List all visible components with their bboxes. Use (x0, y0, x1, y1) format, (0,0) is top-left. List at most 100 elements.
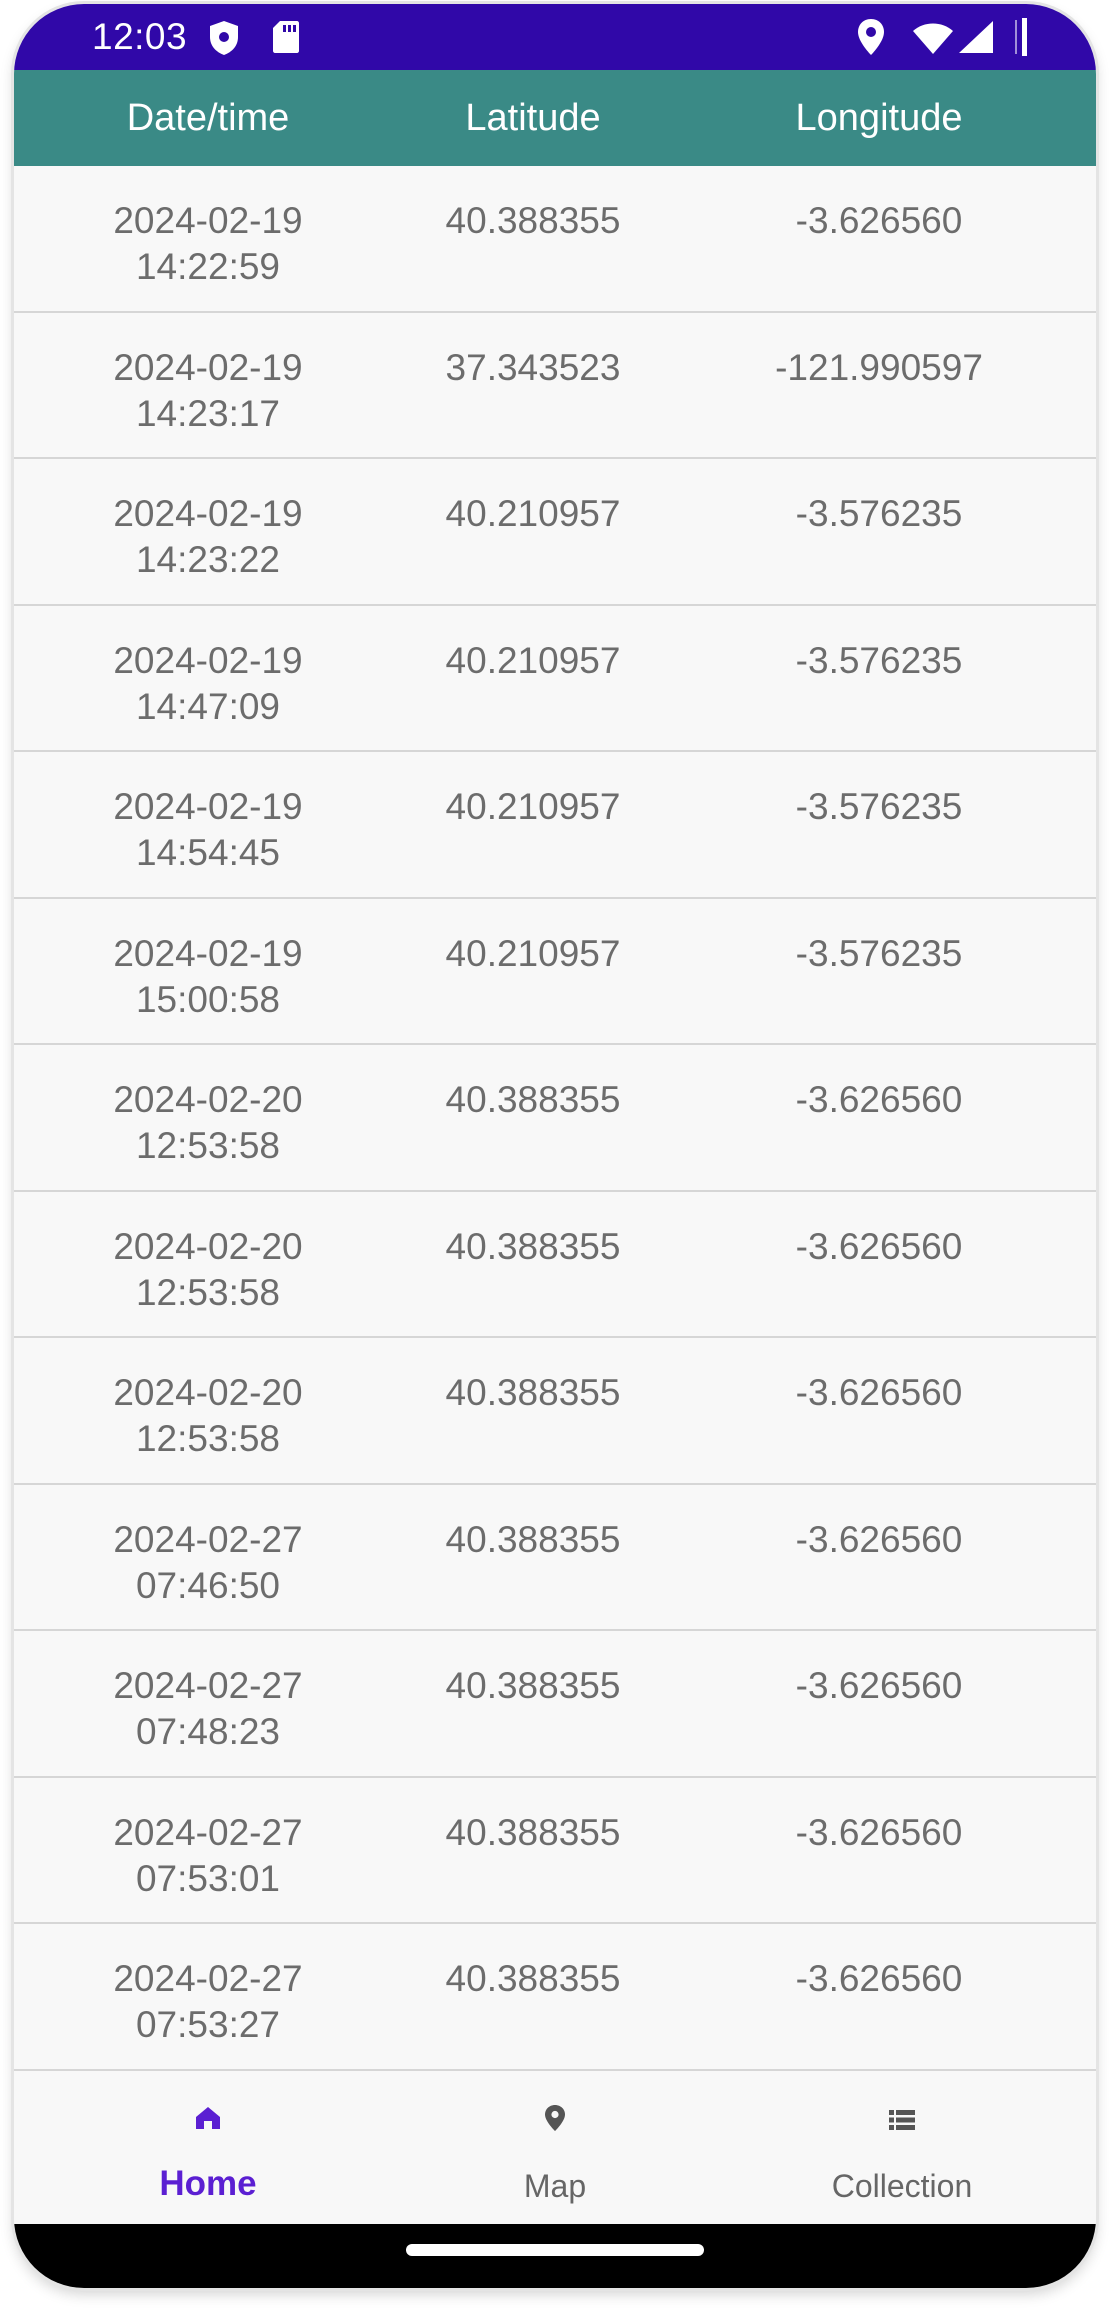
signal-icon (958, 20, 994, 59)
latitude-cell: 40.388355 (445, 1079, 621, 1120)
time-text: 14:47:09 (135, 685, 281, 727)
time-text: 12:53:58 (135, 1418, 281, 1459)
latitude-cell: 37.343523 (445, 346, 621, 388)
time-text: 07:53:01 (135, 1857, 281, 1899)
sd-card-icon (272, 20, 300, 59)
map-pin-icon (544, 2104, 566, 2137)
date-text: 2024-02-19 (113, 346, 303, 388)
status-bar: 12:03 (14, 4, 1096, 70)
date-text: 2024-02-19 (113, 493, 303, 534)
table-row[interactable]: 2024-02-20 12:53:58 40.388355 -3.626560 (14, 1192, 1096, 1338)
location-icon (856, 18, 886, 61)
nav-home-label: Home (159, 2164, 257, 2203)
nav-map[interactable]: Map (375, 2072, 735, 2224)
latitude-cell: 40.388355 (445, 1811, 621, 1853)
datetime-cell: 2024-02-20 12:53:58 (14, 1224, 402, 1316)
date-text: 2024-02-19 (113, 200, 303, 241)
list-icon (889, 2110, 915, 2135)
date-text: 2024-02-19 (113, 932, 303, 974)
nav-collection-label: Collection (831, 2168, 973, 2204)
longitude-cell: -3.626560 (795, 1811, 963, 1853)
table-row[interactable]: 2024-02-27 07:46:50 40.388355 -3.626560 (14, 1485, 1096, 1631)
latitude-cell: 40.388355 (445, 1225, 621, 1267)
datetime-cell: 2024-02-19 15:00:58 (14, 931, 402, 1023)
time-text: 07:48:23 (135, 1711, 281, 1752)
latitude-cell: 40.388355 (445, 1518, 621, 1560)
wifi-icon (912, 22, 954, 59)
datetime-cell: 2024-02-20 12:53:58 (14, 1370, 402, 1462)
location-list[interactable]: 2024-02-19 14:22:59 40.388355 -3.626560 2… (14, 166, 1096, 2072)
datetime-cell: 2024-02-27 07:48:23 (14, 1663, 402, 1755)
phone-screen: 12:03 Date/time Latitude Longitude 2024-… (14, 4, 1096, 2288)
nav-home[interactable]: Home (28, 2072, 388, 2224)
table-row[interactable]: 2024-02-27 07:48:23 40.388355 -3.626560 (14, 1631, 1096, 1778)
latitude-cell: 40.210957 (445, 639, 621, 681)
time-text: 07:53:27 (135, 2004, 281, 2045)
date-text: 2024-02-27 (113, 1958, 303, 1999)
date-text: 2024-02-19 (113, 639, 303, 681)
date-text: 2024-02-20 (113, 1225, 303, 1267)
header-longitude: Longitude (795, 97, 963, 139)
longitude-cell: -3.626560 (795, 1665, 963, 1706)
datetime-cell: 2024-02-27 07:53:01 (14, 1810, 402, 1902)
datetime-cell: 2024-02-19 14:47:09 (14, 638, 402, 730)
table-row[interactable]: 2024-02-27 07:53:27 40.388355 -3.626560 (14, 1924, 1096, 2071)
date-text: 2024-02-27 (113, 1665, 303, 1706)
table-row[interactable]: 2024-02-19 14:22:59 40.388355 -3.626560 (14, 166, 1096, 313)
datetime-cell: 2024-02-19 14:54:45 (14, 784, 402, 876)
header-datetime: Date/time (126, 97, 290, 139)
home-icon (195, 2106, 221, 2135)
longitude-cell: -3.626560 (795, 1958, 963, 1999)
latitude-cell: 40.210957 (445, 493, 621, 534)
header-latitude: Latitude (465, 97, 601, 139)
longitude-cell: -3.576235 (795, 493, 963, 534)
time-text: 14:22:59 (135, 246, 281, 287)
table-row[interactable]: 2024-02-19 15:00:58 40.210957 -3.576235 (14, 899, 1096, 1045)
latitude-cell: 40.388355 (445, 1372, 621, 1413)
datetime-cell: 2024-02-19 14:23:22 (14, 491, 402, 583)
gesture-navigation-bar (14, 2224, 1096, 2288)
longitude-cell: -3.626560 (795, 1225, 963, 1267)
longitude-cell: -3.576235 (795, 639, 963, 681)
table-header: Date/time Latitude Longitude (14, 70, 1096, 166)
time-text: 14:54:45 (135, 832, 281, 873)
date-text: 2024-02-20 (113, 1079, 303, 1120)
latitude-cell: 40.388355 (445, 1665, 621, 1706)
latitude-cell: 40.210957 (445, 786, 621, 827)
table-row[interactable]: 2024-02-19 14:23:17 37.343523 -121.990597 (14, 313, 1096, 459)
latitude-cell: 40.388355 (445, 200, 621, 241)
bottom-navigation: Home Map Collection (14, 2072, 1096, 2224)
table-row[interactable]: 2024-02-19 14:23:22 40.210957 -3.576235 (14, 459, 1096, 606)
latitude-cell: 40.210957 (445, 932, 621, 974)
battery-icon (1014, 18, 1028, 61)
date-text: 2024-02-19 (113, 786, 303, 827)
longitude-cell: -121.990597 (775, 346, 983, 388)
table-row[interactable]: 2024-02-27 07:53:01 40.388355 -3.626560 (14, 1778, 1096, 1924)
longitude-cell: -3.626560 (795, 1079, 963, 1120)
latitude-cell: 40.388355 (445, 1958, 621, 1999)
time-text: 12:53:58 (135, 1125, 281, 1166)
time-text: 14:23:17 (135, 392, 281, 434)
time-text: 12:53:58 (135, 1271, 281, 1313)
table-row[interactable]: 2024-02-20 12:53:58 40.388355 -3.626560 (14, 1045, 1096, 1192)
datetime-cell: 2024-02-27 07:46:50 (14, 1517, 402, 1609)
date-text: 2024-02-27 (113, 1811, 303, 1853)
longitude-cell: -3.626560 (795, 200, 963, 241)
longitude-cell: -3.576235 (795, 786, 963, 827)
nav-collection[interactable]: Collection (722, 2072, 1082, 2224)
longitude-cell: -3.626560 (795, 1372, 963, 1413)
nav-map-label: Map (523, 2168, 587, 2204)
status-time: 12:03 (92, 16, 188, 57)
table-row[interactable]: 2024-02-19 14:47:09 40.210957 -3.576235 (14, 606, 1096, 752)
date-text: 2024-02-20 (113, 1372, 303, 1413)
table-row[interactable]: 2024-02-19 14:54:45 40.210957 -3.576235 (14, 752, 1096, 899)
datetime-cell: 2024-02-19 14:22:59 (14, 198, 402, 290)
longitude-cell: -3.576235 (795, 932, 963, 974)
datetime-cell: 2024-02-27 07:53:27 (14, 1956, 402, 2048)
time-text: 07:46:50 (135, 1564, 281, 1606)
date-text: 2024-02-27 (113, 1518, 303, 1560)
table-row[interactable]: 2024-02-20 12:53:58 40.388355 -3.626560 (14, 1338, 1096, 1485)
datetime-cell: 2024-02-20 12:53:58 (14, 1077, 402, 1169)
time-text: 15:00:58 (135, 978, 281, 1020)
home-gesture-handle[interactable] (406, 2244, 704, 2256)
